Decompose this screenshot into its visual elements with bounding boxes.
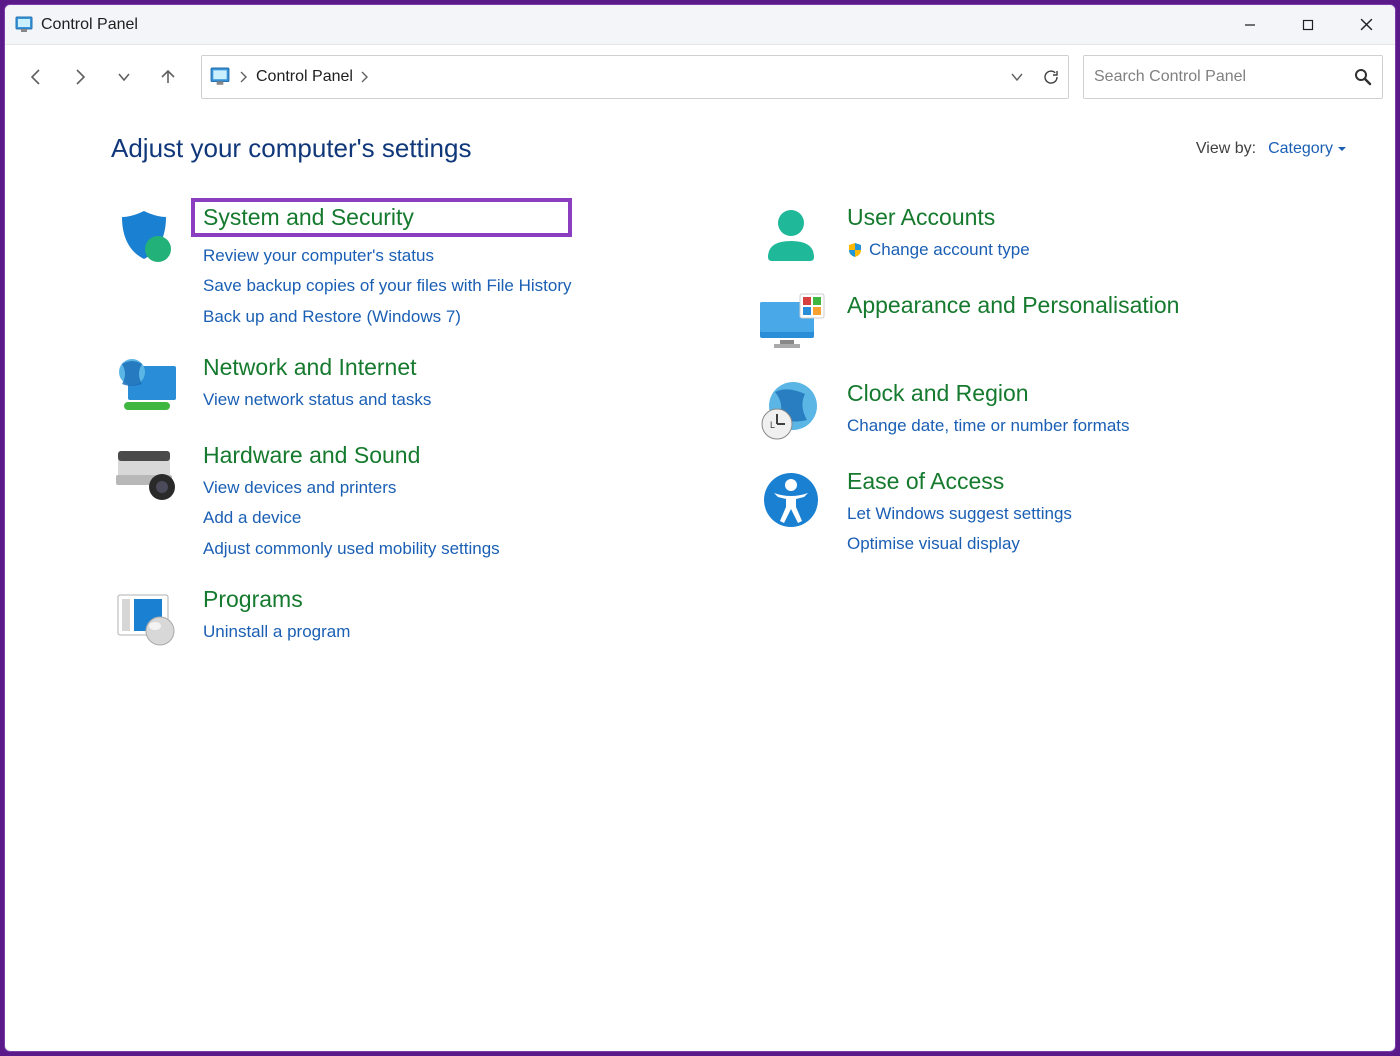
- category-title[interactable]: Appearance and Personalisation: [847, 292, 1179, 319]
- sublink[interactable]: Change account type: [869, 237, 1030, 263]
- category-title[interactable]: Programs: [203, 586, 350, 613]
- search-input[interactable]: [1094, 68, 1354, 86]
- back-button[interactable]: [17, 58, 55, 96]
- sublink[interactable]: View devices and printers: [203, 475, 500, 501]
- programs-icon: [111, 586, 183, 650]
- page-heading: Adjust your computer's settings: [111, 133, 471, 164]
- network-icon: [111, 354, 183, 418]
- left-column: System and Security Review your computer…: [111, 204, 715, 650]
- sublink[interactable]: Back up and Restore (Windows 7): [203, 304, 572, 330]
- sublink[interactable]: Save backup copies of your files with Fi…: [203, 273, 572, 299]
- sublink[interactable]: Review your computer's status: [203, 243, 572, 269]
- right-column: User Accounts Change account type: [755, 204, 1359, 650]
- chevron-right-icon: [359, 71, 369, 83]
- category-hardware-and-sound: Hardware and Sound View devices and prin…: [111, 442, 715, 562]
- chevron-right-icon: [238, 71, 248, 83]
- window-title: Control Panel: [41, 16, 1221, 34]
- breadcrumb-item[interactable]: Control Panel: [256, 68, 353, 86]
- category-title[interactable]: System and Security: [191, 198, 572, 237]
- maximize-button[interactable]: [1279, 5, 1337, 44]
- uac-shield-icon: [847, 242, 863, 258]
- category-appearance-and-personalisation: Appearance and Personalisation: [755, 292, 1359, 356]
- category-ease-of-access: Ease of Access Let Windows suggest setti…: [755, 468, 1359, 558]
- minimize-button[interactable]: [1221, 5, 1279, 44]
- view-by-label: View by:: [1196, 140, 1256, 158]
- toolbar: Control Panel: [5, 45, 1395, 109]
- forward-button[interactable]: [61, 58, 99, 96]
- shield-icon: [111, 204, 183, 268]
- recent-locations-button[interactable]: [105, 58, 143, 96]
- category-network-and-internet: Network and Internet View network status…: [111, 354, 715, 418]
- sublink[interactable]: Change date, time or number formats: [847, 413, 1130, 439]
- refresh-button[interactable]: [1042, 68, 1060, 86]
- category-title[interactable]: Hardware and Sound: [203, 442, 500, 469]
- clock-region-icon: L: [755, 380, 827, 444]
- sublink[interactable]: View network status and tasks: [203, 387, 431, 413]
- hardware-icon: [111, 442, 183, 506]
- chevron-down-icon[interactable]: [1010, 70, 1024, 84]
- sublink[interactable]: Adjust commonly used mobility settings: [203, 536, 500, 562]
- category-title[interactable]: Network and Internet: [203, 354, 431, 381]
- category-title[interactable]: Ease of Access: [847, 468, 1072, 495]
- breadcrumb[interactable]: Control Panel: [256, 68, 1002, 86]
- category-title[interactable]: Clock and Region: [847, 380, 1130, 407]
- accessibility-icon: [755, 468, 827, 532]
- search-icon[interactable]: [1354, 68, 1372, 86]
- sublink[interactable]: Let Windows suggest settings: [847, 501, 1072, 527]
- window-controls: [1221, 5, 1395, 44]
- address-bar[interactable]: Control Panel: [201, 55, 1069, 99]
- control-panel-icon: [15, 16, 33, 34]
- view-by-dropdown[interactable]: Category: [1268, 140, 1347, 158]
- caret-down-icon: [1337, 144, 1347, 154]
- search-box[interactable]: [1083, 55, 1383, 99]
- svg-text:L: L: [770, 420, 775, 430]
- content-area: Adjust your computer's settings View by:…: [5, 109, 1395, 1051]
- sublink[interactable]: Uninstall a program: [203, 619, 350, 645]
- window: Control Panel: [4, 4, 1396, 1052]
- category-clock-and-region: L Clock and Region Change date, time or …: [755, 380, 1359, 444]
- user-icon: [755, 204, 827, 268]
- close-button[interactable]: [1337, 5, 1395, 44]
- titlebar: Control Panel: [5, 5, 1395, 45]
- up-button[interactable]: [149, 58, 187, 96]
- category-system-and-security: System and Security Review your computer…: [111, 204, 715, 330]
- control-panel-icon: [210, 67, 230, 87]
- sublink[interactable]: Add a device: [203, 505, 500, 531]
- category-user-accounts: User Accounts Change account type: [755, 204, 1359, 268]
- category-programs: Programs Uninstall a program: [111, 586, 715, 650]
- view-by: View by: Category: [1196, 140, 1347, 158]
- sublink[interactable]: Optimise visual display: [847, 531, 1072, 557]
- appearance-icon: [755, 292, 827, 356]
- category-title[interactable]: User Accounts: [847, 204, 1030, 231]
